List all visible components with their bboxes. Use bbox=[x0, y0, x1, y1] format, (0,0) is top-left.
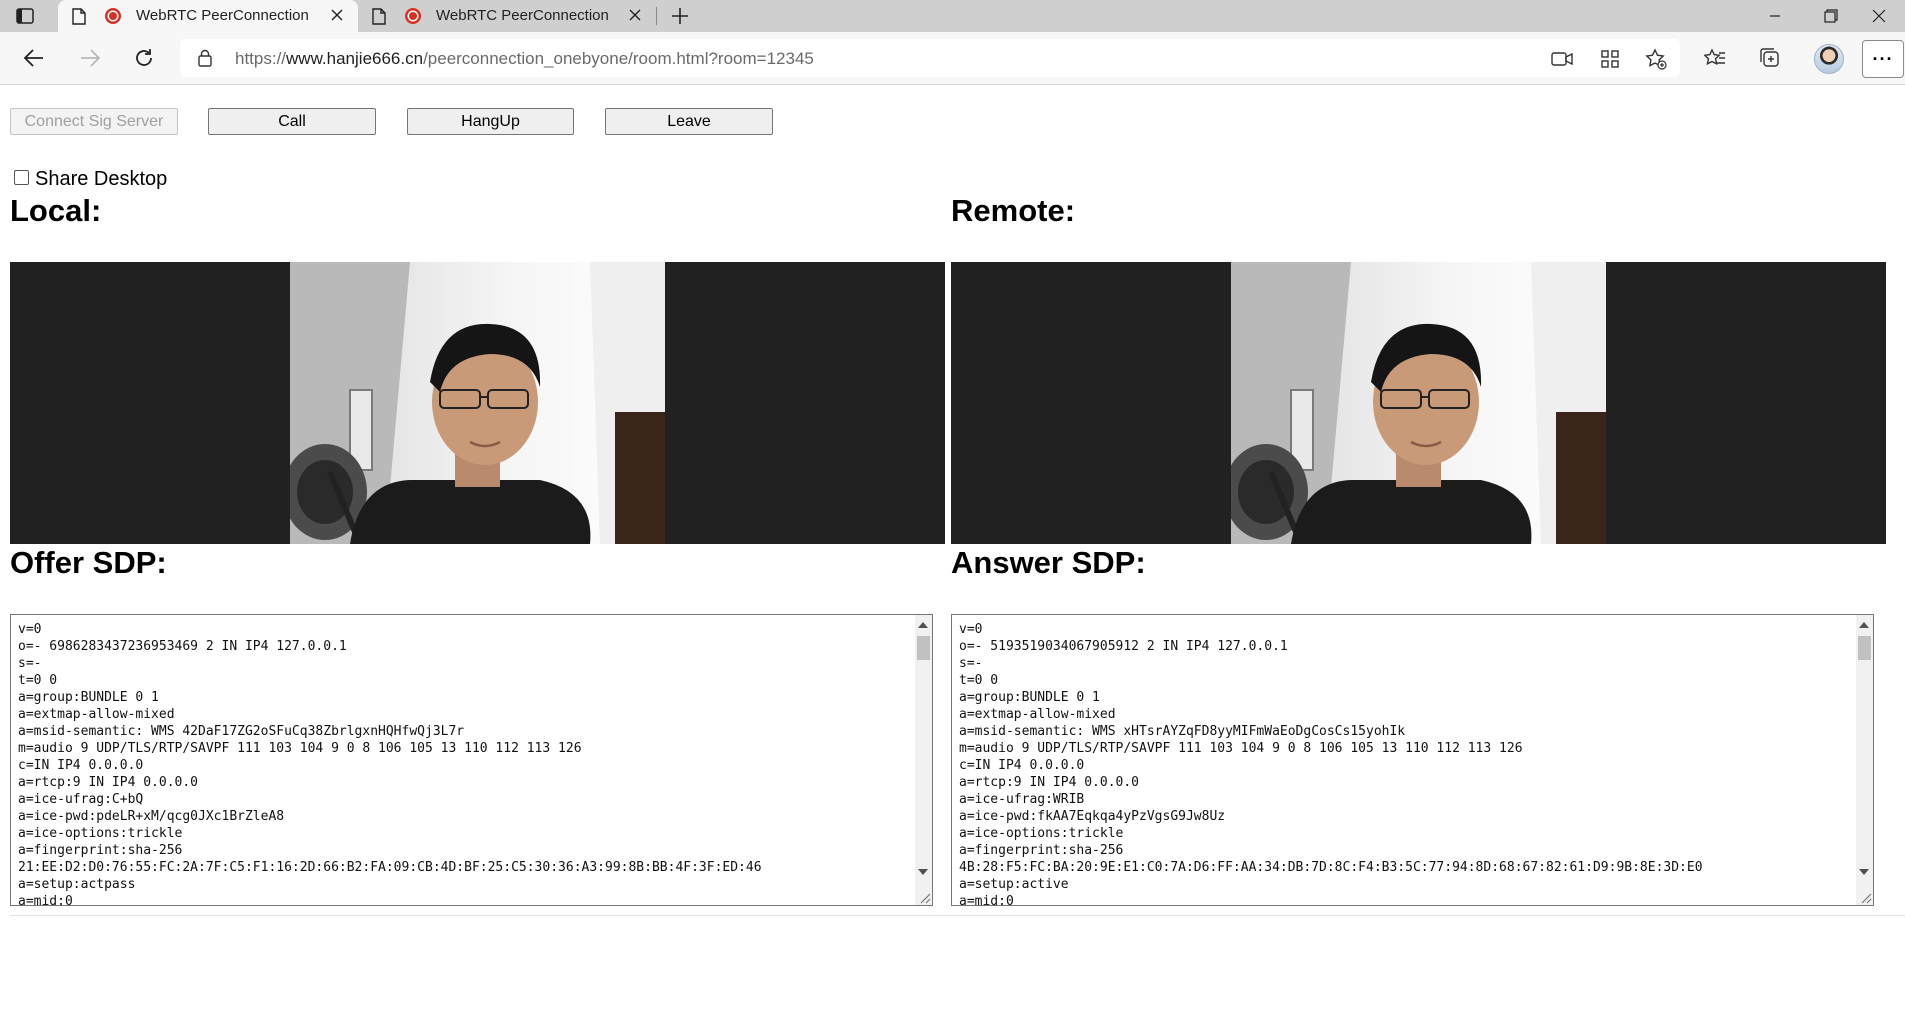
divider bbox=[10, 915, 1905, 916]
forward-button[interactable] bbox=[77, 45, 103, 71]
call-button[interactable]: Call bbox=[208, 108, 376, 135]
browser-toolbar: https://www.hanjie666.cn/peerconnection_… bbox=[0, 32, 1905, 85]
offer-sdp-heading: Offer SDP: bbox=[10, 545, 167, 580]
local-heading: Local: bbox=[10, 193, 102, 228]
camera-in-use-button[interactable] bbox=[1550, 47, 1574, 71]
page-icon bbox=[372, 8, 386, 25]
remote-video bbox=[951, 262, 1886, 544]
local-video bbox=[10, 262, 945, 544]
recording-icon bbox=[105, 8, 121, 24]
close-window-button[interactable] bbox=[1856, 4, 1902, 28]
close-icon bbox=[1872, 9, 1886, 23]
share-desktop-checkbox[interactable] bbox=[14, 169, 29, 185]
share-desktop-label: Share Desktop bbox=[35, 168, 168, 190]
url-scheme: https:// bbox=[235, 49, 287, 68]
back-arrow-icon bbox=[24, 49, 43, 67]
star-add-icon bbox=[1645, 48, 1667, 70]
minimize-button[interactable] bbox=[1752, 4, 1798, 28]
profile-avatar[interactable] bbox=[1814, 44, 1844, 74]
close-tab-icon[interactable] bbox=[330, 8, 344, 22]
resize-grip-icon[interactable] bbox=[917, 890, 931, 904]
settings-more-button[interactable]: ··· bbox=[1862, 40, 1904, 78]
restore-icon bbox=[1824, 9, 1838, 23]
new-tab-button[interactable] bbox=[668, 4, 692, 28]
offer-scrollbar[interactable] bbox=[915, 615, 932, 905]
collections-button[interactable] bbox=[1757, 45, 1783, 71]
connect-sig-server-button[interactable]: Connect Sig Server bbox=[10, 108, 178, 135]
remote-heading: Remote: bbox=[951, 193, 1076, 228]
url-path: /peerconnection_onebyone/room.html?room=… bbox=[423, 49, 814, 68]
offer-sdp-textarea[interactable]: v=0 o=- 6986283437236953469 2 IN IP4 127… bbox=[10, 614, 933, 906]
minimize-icon bbox=[1770, 15, 1780, 17]
close-tab-icon[interactable] bbox=[628, 8, 642, 22]
tab-title: WebRTC PeerConnection bbox=[436, 7, 609, 24]
tab-title: WebRTC PeerConnection bbox=[136, 7, 309, 24]
scroll-thumb[interactable] bbox=[1858, 636, 1871, 660]
scroll-up-icon[interactable] bbox=[918, 622, 928, 628]
page-icon bbox=[72, 8, 86, 25]
more-icon: ··· bbox=[1872, 48, 1894, 69]
favorites-icon bbox=[1704, 48, 1725, 66]
url-host: www.hanjie666.cn bbox=[286, 49, 424, 68]
resize-grip-icon[interactable] bbox=[1858, 890, 1872, 904]
tab-actions-button[interactable] bbox=[14, 6, 36, 26]
offer-sdp-text[interactable]: v=0 o=- 6986283437236953469 2 IN IP4 127… bbox=[11, 615, 932, 905]
tab-separator bbox=[656, 7, 657, 25]
hangup-button[interactable]: HangUp bbox=[407, 108, 574, 135]
tab-bar: WebRTC PeerConnection WebRTC PeerConnect… bbox=[0, 0, 1905, 32]
answer-scrollbar[interactable] bbox=[1856, 615, 1873, 905]
answer-sdp-text[interactable]: v=0 o=- 5193519034067905912 2 IN IP4 127… bbox=[952, 615, 1873, 905]
remote-camera-frame bbox=[1231, 262, 1606, 544]
answer-sdp-textarea[interactable]: v=0 o=- 5193519034067905912 2 IN IP4 127… bbox=[951, 614, 1874, 906]
url-text[interactable]: https://www.hanjie666.cn/peerconnection_… bbox=[235, 49, 814, 69]
answer-sdp-heading: Answer SDP: bbox=[951, 545, 1146, 580]
favorites-button[interactable] bbox=[1702, 45, 1728, 71]
scroll-thumb[interactable] bbox=[917, 636, 930, 660]
plus-icon bbox=[672, 8, 688, 24]
scroll-down-icon[interactable] bbox=[918, 869, 928, 875]
tab-actions-icon bbox=[16, 8, 34, 24]
local-camera-frame bbox=[290, 262, 665, 544]
refresh-button[interactable] bbox=[131, 45, 157, 71]
scroll-down-icon[interactable] bbox=[1859, 869, 1869, 875]
lock-icon[interactable] bbox=[198, 49, 212, 67]
forward-arrow-icon bbox=[81, 49, 100, 67]
add-favorite-button[interactable] bbox=[1644, 47, 1668, 71]
tab-webrtc-1[interactable]: WebRTC PeerConnection bbox=[58, 0, 358, 32]
restore-button[interactable] bbox=[1808, 4, 1854, 28]
leave-button[interactable]: Leave bbox=[605, 108, 773, 135]
camera-icon bbox=[1551, 52, 1573, 66]
scroll-up-icon[interactable] bbox=[1859, 622, 1869, 628]
refresh-icon bbox=[136, 49, 152, 66]
page-content: Connect Sig Server Call HangUp Leave Sha… bbox=[0, 85, 1905, 1019]
share-desktop-option[interactable]: Share Desktop bbox=[14, 168, 167, 191]
recording-icon bbox=[405, 8, 421, 24]
collections-icon bbox=[1760, 48, 1779, 67]
apps-button[interactable] bbox=[1598, 47, 1622, 71]
apps-grid-icon bbox=[1601, 50, 1619, 68]
address-bar[interactable]: https://www.hanjie666.cn/peerconnection_… bbox=[180, 39, 1680, 77]
tab-webrtc-2[interactable]: WebRTC PeerConnection bbox=[358, 0, 656, 32]
back-button[interactable] bbox=[21, 45, 47, 71]
